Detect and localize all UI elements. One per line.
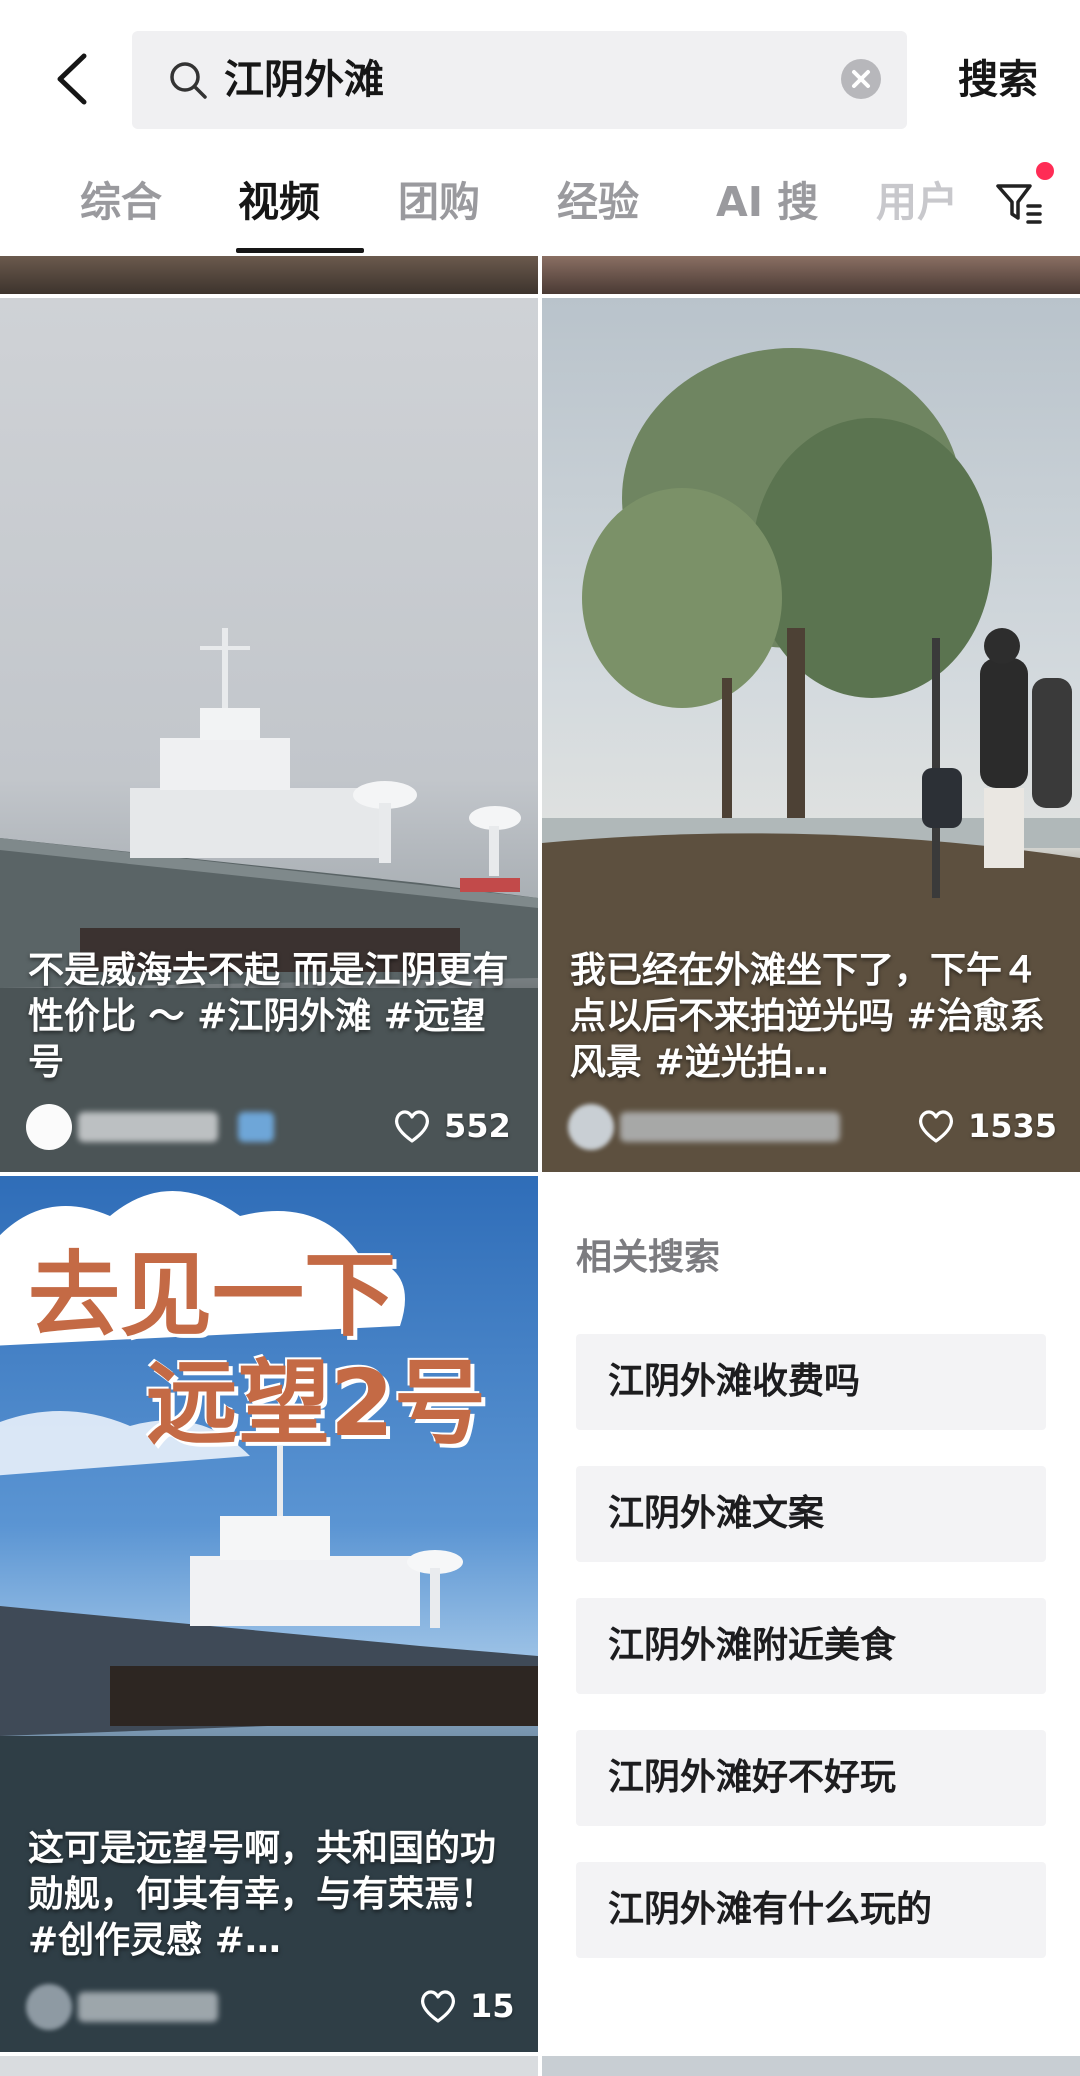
video-caption: 这可是远望号啊，共和国的功勋舰，何其有幸，与有荣焉！#创作灵感 #… [28,1828,497,1961]
search-button[interactable]: 搜索 [952,30,1044,130]
tab-experience[interactable]: 经验 [557,168,639,236]
filter-icon[interactable] [992,176,1044,228]
related-search-item[interactable]: 江阴外滩文案 [576,1466,1046,1562]
partial-video-card[interactable] [0,256,538,294]
author-name [620,1112,840,1142]
related-search-label: 江阴外滩有什么玩的 [608,1889,933,1930]
like-count: 552 [444,1107,511,1145]
video-card[interactable]: 我已经在外滩坐下了，下午４点以后不来拍逆光吗 #治愈系风景 #逆光拍… 1535 [542,298,1080,1172]
partial-video-card[interactable] [542,256,1080,294]
author-name [78,1112,218,1142]
related-search-item[interactable]: 江阴外滩好不好玩 [576,1730,1046,1826]
search-icon [170,62,207,99]
tab-all[interactable]: 综合 [80,168,162,236]
partial-video-card[interactable] [542,2056,1080,2076]
video-caption: 我已经在外滩坐下了，下午４点以后不来拍逆光吗 #治愈系风景 #逆光拍… [570,950,1045,1083]
search-query-text: 江阴外滩 [224,57,384,103]
video-card[interactable]: 去见一下 远望2号 这可是远望号啊，共和国的功勋舰，何其有幸，与有荣焉！#创作灵… [0,1176,538,2052]
related-search-label: 江阴外滩文案 [608,1493,825,1534]
related-search-item[interactable]: 江阴外滩附近美食 [576,1598,1046,1694]
heart-icon[interactable] [418,1986,458,2026]
cover-title-line-1: 去见一下 [28,1242,397,1349]
author-name [78,1992,218,2022]
related-search-label: 江阴外滩附近美食 [608,1625,897,1666]
notification-dot [1036,162,1054,180]
tab-ai-search[interactable]: AI 搜 [716,168,818,236]
related-search-label: 江阴外滩收费吗 [608,1361,861,1402]
back-icon[interactable] [38,44,108,114]
clear-icon[interactable] [841,59,881,99]
tab-users[interactable]: 用户 [876,168,958,236]
video-card[interactable]: 不是威海去不起 而是江阴更有性价比 ～ #江阴外滩 #远望号 552 [0,298,538,1172]
related-search-item[interactable]: 江阴外滩收费吗 [576,1334,1046,1430]
author-avatar [26,1984,72,2030]
author-avatar [26,1104,72,1150]
cover-title-line-2: 远望2号 [146,1350,487,1457]
like-count: 1535 [968,1107,1058,1145]
related-search-item[interactable]: 江阴外滩有什么玩的 [576,1862,1046,1958]
partial-video-card[interactable] [0,2056,538,2076]
tab-video[interactable]: 视频 [238,168,320,236]
like-count: 15 [470,1987,515,2025]
author-badge [238,1112,274,1142]
author-avatar [568,1104,614,1150]
tab-group-buy[interactable]: 团购 [398,168,480,236]
search-input[interactable]: 江阴外滩 [132,31,907,129]
video-caption: 不是威海去不起 而是江阴更有性价比 ～ #江阴外滩 #远望号 [28,950,509,1083]
related-search-title: 相关搜索 [576,1237,721,1278]
heart-icon[interactable] [916,1106,956,1146]
heart-icon[interactable] [392,1106,432,1146]
active-tab-indicator [236,248,364,253]
related-search-label: 江阴外滩好不好玩 [608,1757,897,1798]
